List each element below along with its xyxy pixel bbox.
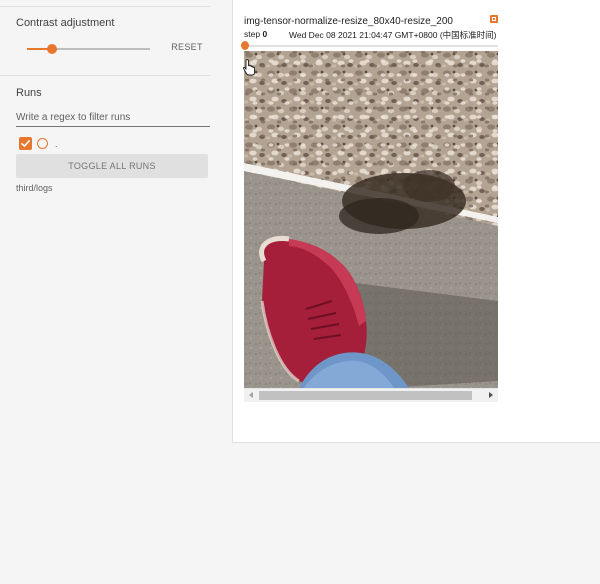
sample-image: [244, 51, 498, 388]
contrast-slider[interactable]: [27, 44, 150, 54]
hand-pointer-cursor-icon: [243, 59, 255, 76]
step-slider[interactable]: [244, 45, 498, 47]
scroll-left-arrow-icon[interactable]: [244, 389, 258, 402]
image-card: img-tensor-normalize-resize_80x40-resize…: [232, 0, 600, 443]
sidebar-divider: [0, 75, 210, 76]
image-horizontal-scrollbar[interactable]: [244, 388, 498, 402]
contrast-adjustment-title: Contrast adjustment: [16, 17, 115, 29]
toggle-all-runs-button[interactable]: TOGGLE ALL RUNS: [16, 154, 208, 178]
log-directory: third/logs: [16, 183, 53, 193]
sidebar-top-divider: [0, 6, 210, 7]
sidebar: Contrast adjustment RESET Runs . TOGGLE …: [0, 0, 226, 584]
step-prefix: step: [244, 29, 261, 39]
run-checkbox[interactable]: [19, 137, 32, 150]
timestamp: Wed Dec 08 2021 21:04:47 GMT+0800 (中国标准时…: [289, 30, 497, 40]
scroll-right-arrow-icon[interactable]: [484, 389, 498, 402]
run-color-picker[interactable]: [37, 138, 48, 149]
step-value: 0: [262, 29, 268, 39]
card-title: img-tensor-normalize-resize_80x40-resize…: [244, 16, 453, 27]
checkmark-icon: [21, 140, 30, 147]
run-name: .: [55, 139, 58, 149]
sneaker-photo-image: [244, 51, 498, 388]
fullscreen-icon[interactable]: [490, 15, 498, 23]
runs-title: Runs: [16, 87, 42, 99]
contrast-slider-thumb[interactable]: [47, 44, 57, 54]
run-filter-input[interactable]: [16, 109, 210, 127]
scrollbar-thumb[interactable]: [259, 391, 472, 400]
step-label: step 0: [244, 29, 267, 39]
step-slider-thumb[interactable]: [241, 41, 249, 50]
contrast-reset-button[interactable]: RESET: [166, 42, 208, 56]
